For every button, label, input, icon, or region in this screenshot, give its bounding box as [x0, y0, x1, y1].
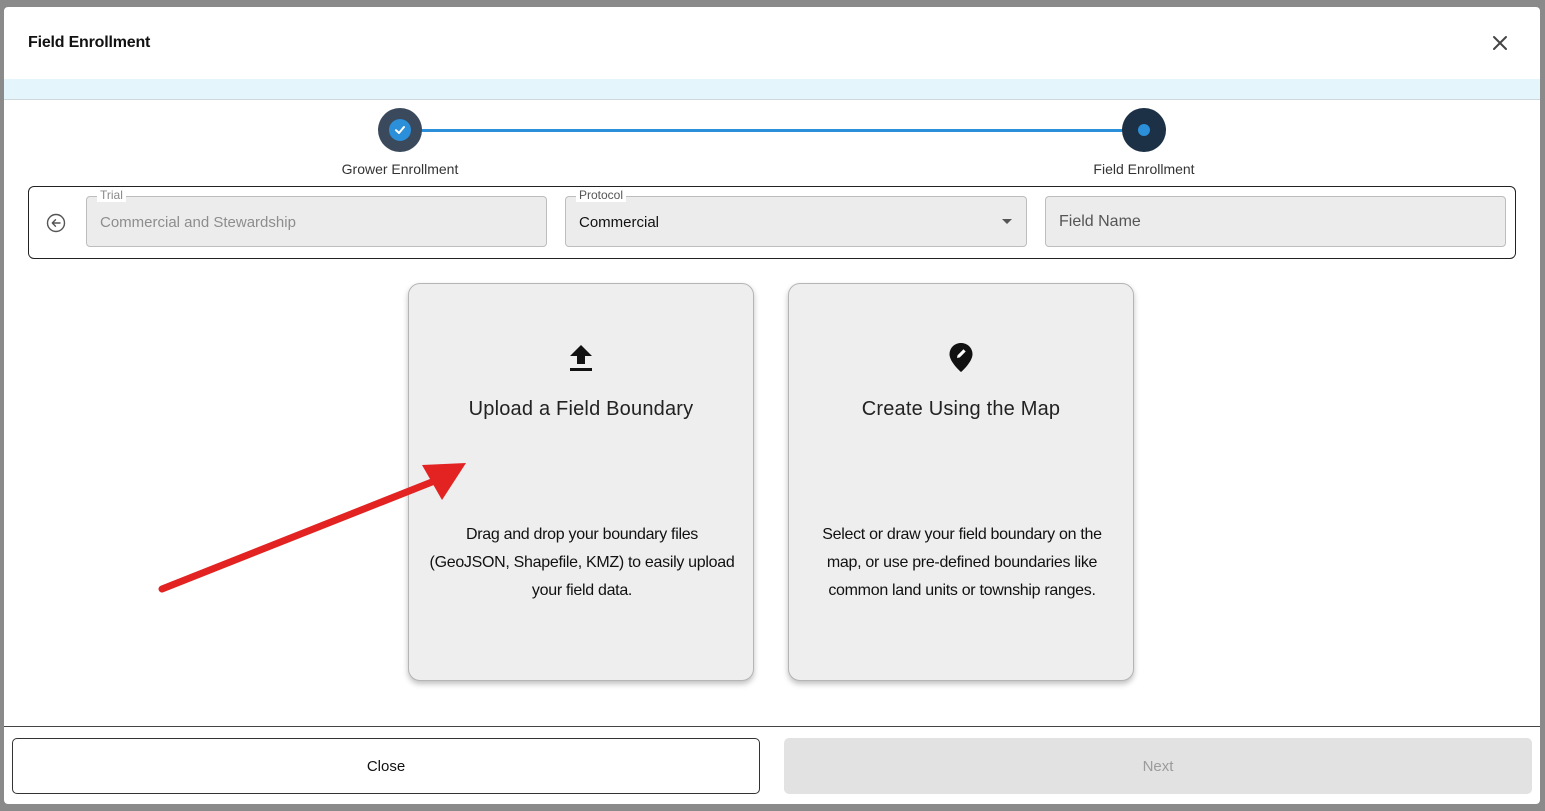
- close-icon[interactable]: [1488, 31, 1512, 55]
- enrollment-stepper: Grower Enrollment Field Enrollment: [4, 107, 1540, 182]
- close-button[interactable]: Close: [12, 738, 760, 794]
- step-grower-enrollment-indicator: [378, 108, 422, 152]
- map-pin-edit-icon: [947, 341, 975, 373]
- step-field-enrollment-indicator: [1122, 108, 1166, 152]
- protocol-value: Commercial: [579, 214, 660, 231]
- card-description: Drag and drop your boundary files (GeoJS…: [429, 526, 735, 599]
- field-enrollment-dialog: Field Enrollment Grower Enrollment Field…: [4, 7, 1540, 804]
- step-label-field-enrollment: Field Enrollment: [1093, 161, 1195, 177]
- stepper-connector: [400, 129, 1144, 132]
- trial-field: Trial Commercial and Stewardship: [86, 188, 547, 247]
- back-arrow-icon[interactable]: [46, 213, 66, 233]
- info-strip: [4, 79, 1540, 100]
- card-title: Create Using the Map: [861, 398, 1061, 420]
- trial-label: Trial: [97, 188, 126, 202]
- field-name-input[interactable]: [1046, 197, 1505, 246]
- footer-divider: [4, 726, 1540, 727]
- field-name-field[interactable]: [1045, 196, 1506, 247]
- step-label-grower-enrollment: Grower Enrollment: [341, 161, 459, 177]
- dialog-title: Field Enrollment: [28, 34, 151, 51]
- enrollment-form-row: Trial Commercial and Stewardship Protoco…: [28, 186, 1516, 259]
- create-using-map-card[interactable]: Create Using the Map Select or draw your…: [788, 283, 1134, 681]
- dialog-header: Field Enrollment: [4, 7, 1540, 79]
- check-icon: [389, 119, 411, 141]
- card-title: Upload a Field Boundary: [468, 398, 694, 420]
- chevron-down-icon[interactable]: [1002, 219, 1012, 224]
- card-description: Select or draw your field boundary on th…: [822, 526, 1102, 599]
- trial-value: Commercial and Stewardship: [100, 214, 296, 231]
- protocol-label: Protocol: [576, 188, 627, 202]
- upload-icon: [567, 341, 595, 373]
- active-dot-icon: [1138, 124, 1150, 136]
- next-button[interactable]: Next: [784, 738, 1532, 794]
- protocol-select[interactable]: Protocol Commercial: [565, 188, 1027, 247]
- upload-field-boundary-card[interactable]: Upload a Field Boundary Drag and drop yo…: [408, 283, 754, 681]
